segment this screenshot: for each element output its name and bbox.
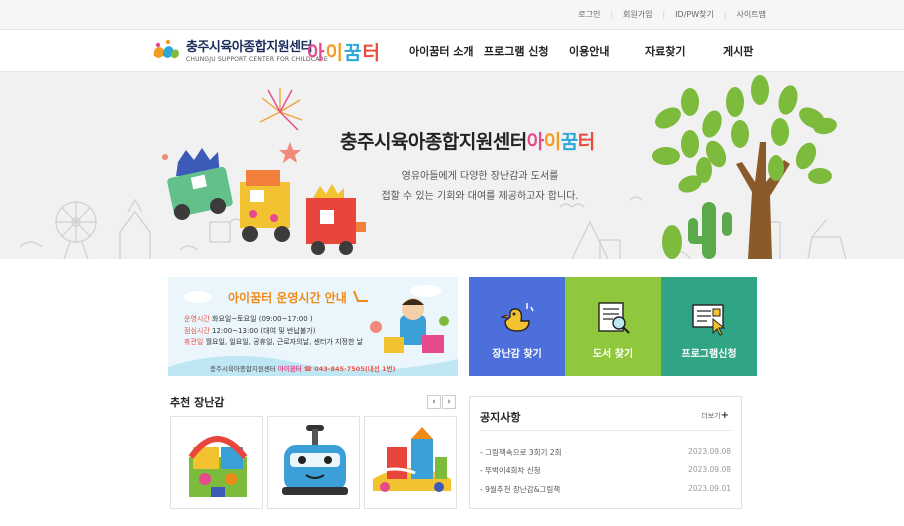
sitemap-link[interactable]: 사이트맵 [727, 9, 776, 20]
hours-list: 운영시간 화요일~토요일 (09:00~17:00 ) 점심시간 12:00~1… [184, 314, 363, 349]
notice-more-label: 더보기 [701, 412, 721, 420]
notice-item-title: - 그림책속으로 3회기 2회 [480, 448, 562, 457]
hours-row: 점심시간 12:00~13:00 (대여 및 반납불가) [184, 326, 363, 338]
operating-hours-banner[interactable]: 아이꿈터 운영시간 안내 운영시간 화요일~토요일 (09:00~17:00 )… [168, 277, 458, 376]
hero-title: 충주시육아종합지원센터아이꿈터 [340, 127, 595, 154]
book-magnifier-icon [598, 302, 630, 334]
program-apply-label: 프로그램신청 [681, 349, 737, 360]
banner-phone: ☎ 043-845-7505(내선 1번) [303, 365, 396, 373]
activity-cube-toy-image [188, 436, 248, 497]
hours-row: 운영시간 화요일~토요일 (09:00~17:00 ) [184, 314, 363, 326]
toy-card[interactable] [364, 416, 457, 509]
toy-card[interactable] [170, 416, 263, 509]
document-pointer-icon [692, 304, 726, 336]
notice-item-date: 2023.09.08 [688, 447, 731, 456]
brand-char: 이 [543, 131, 561, 153]
carousel-next-button[interactable]: › [442, 395, 456, 409]
notice-item[interactable]: - 9월추천 장난감&그림책 2023.09.01 [480, 484, 731, 498]
notice-more-link[interactable]: 더보기+ [701, 410, 729, 421]
hours-key: 점심시간 [184, 326, 210, 335]
hero-subtitle-line: 접할 수 있는 기회와 대여를 제공하고자 합니다. [381, 191, 579, 202]
site-header: 충주시육아종합지원센터 CHUNGJU SUPPORT CENTER FOR C… [0, 30, 904, 72]
notice-board: 공지사항 더보기+ - 그림책속으로 3회기 2회 2023.09.08 - 뚜… [469, 396, 742, 509]
hero-illustration [19, 75, 847, 259]
utility-bar: 로그인 | 회원가입 | ID/PW찾기 | 사이트맵 [0, 0, 904, 30]
hero-banner: 충주시육아종합지원센터아이꿈터 영유아들에게 다양한 장난감과 도서를 접할 수… [0, 72, 904, 259]
banner-contact: 충주시육아종합지원센터 아이꿈터 ☎ 043-845-7505(내선 1번) [210, 363, 396, 373]
utility-links: 로그인 | 회원가입 | ID/PW찾기 | 사이트맵 [568, 9, 776, 20]
nav-item-program[interactable]: 프로그램 신청 [484, 43, 549, 59]
nav-item-resources[interactable]: 자료찾기 [645, 43, 685, 59]
hours-key: 휴관일 [184, 338, 204, 346]
hours-value: 월요일, 일요일, 공휴일, 근로자의날, 센터가 지정한 날 [205, 338, 364, 346]
hero-subtitle-line: 영유아들에게 다양한 장난감과 도서를 [401, 171, 559, 182]
login-link[interactable]: 로그인 [568, 9, 610, 20]
brand-char: 터 [577, 131, 595, 153]
banner-org: 충주시육아종합지원센터 [210, 365, 276, 373]
notice-item-date: 2023.09.08 [688, 465, 731, 474]
brand-char: 꿈 [560, 131, 578, 153]
plus-icon: + [720, 410, 729, 421]
book-search-tile[interactable]: 도서 찾기 [565, 277, 661, 376]
nav-item-about[interactable]: 아이꿈터 소개 [409, 43, 474, 59]
carousel-prev-button[interactable]: ‹ [427, 395, 441, 409]
banner-brand: 아이꿈터 [277, 365, 302, 373]
book-search-label: 도서 찾기 [592, 349, 634, 360]
notice-item-title: - 뚜벅이4회차 신청 [480, 466, 541, 475]
nav-item-guide[interactable]: 이용안내 [569, 43, 609, 59]
recommended-toys-title: 추천 장난감 [170, 396, 225, 409]
main-nav: 아이꿈터 소개 프로그램 신청 이용안내 자료찾기 게시판 [0, 43, 904, 63]
hero-title-prefix: 충주시육아종합지원센터 [340, 131, 527, 153]
ride-on-bus-toy-image [282, 425, 348, 495]
signup-link[interactable]: 회원가입 [613, 9, 662, 20]
notice-item[interactable]: - 그림책속으로 3회기 2회 2023.09.08 [480, 447, 731, 461]
hours-row: 휴관일 월요일, 일요일, 공휴일, 근로자의날, 센터가 지정한 날 [184, 337, 363, 349]
hours-value: 12:00~13:00 (대여 및 반납불가) [212, 326, 316, 335]
hours-value: 화요일~토요일 (09:00~17:00 ) [212, 315, 313, 323]
hero-subtitle: 영유아들에게 다양한 장난감과 도서를 접할 수 있는 기회와 대여를 제공하고… [340, 167, 620, 207]
banner-title: 아이꿈터 운영시간 안내 [228, 291, 347, 305]
brand-char: 아 [526, 131, 544, 153]
toy-card[interactable] [267, 416, 360, 509]
duck-icon [500, 303, 534, 332]
toy-search-tile[interactable]: 장난감 찾기 [469, 277, 565, 376]
notice-title: 공지사항 [480, 411, 521, 424]
playset-toy-image [373, 427, 451, 492]
program-apply-tile[interactable]: 프로그램신청 [661, 277, 757, 376]
hours-key: 운영시간 [184, 315, 210, 323]
notice-item[interactable]: - 뚜벅이4회차 신청 2023.09.08 [480, 465, 731, 479]
toy-search-label: 장난감 찾기 [492, 349, 542, 360]
nav-item-board[interactable]: 게시판 [723, 43, 753, 59]
find-id-pw-link[interactable]: ID/PW찾기 [665, 9, 724, 20]
hero-title-brand: 아이꿈터 [527, 131, 595, 153]
divider [480, 430, 731, 431]
notice-item-title: - 9월추천 장난감&그림책 [480, 485, 561, 494]
notice-item-date: 2023.09.01 [688, 484, 731, 493]
